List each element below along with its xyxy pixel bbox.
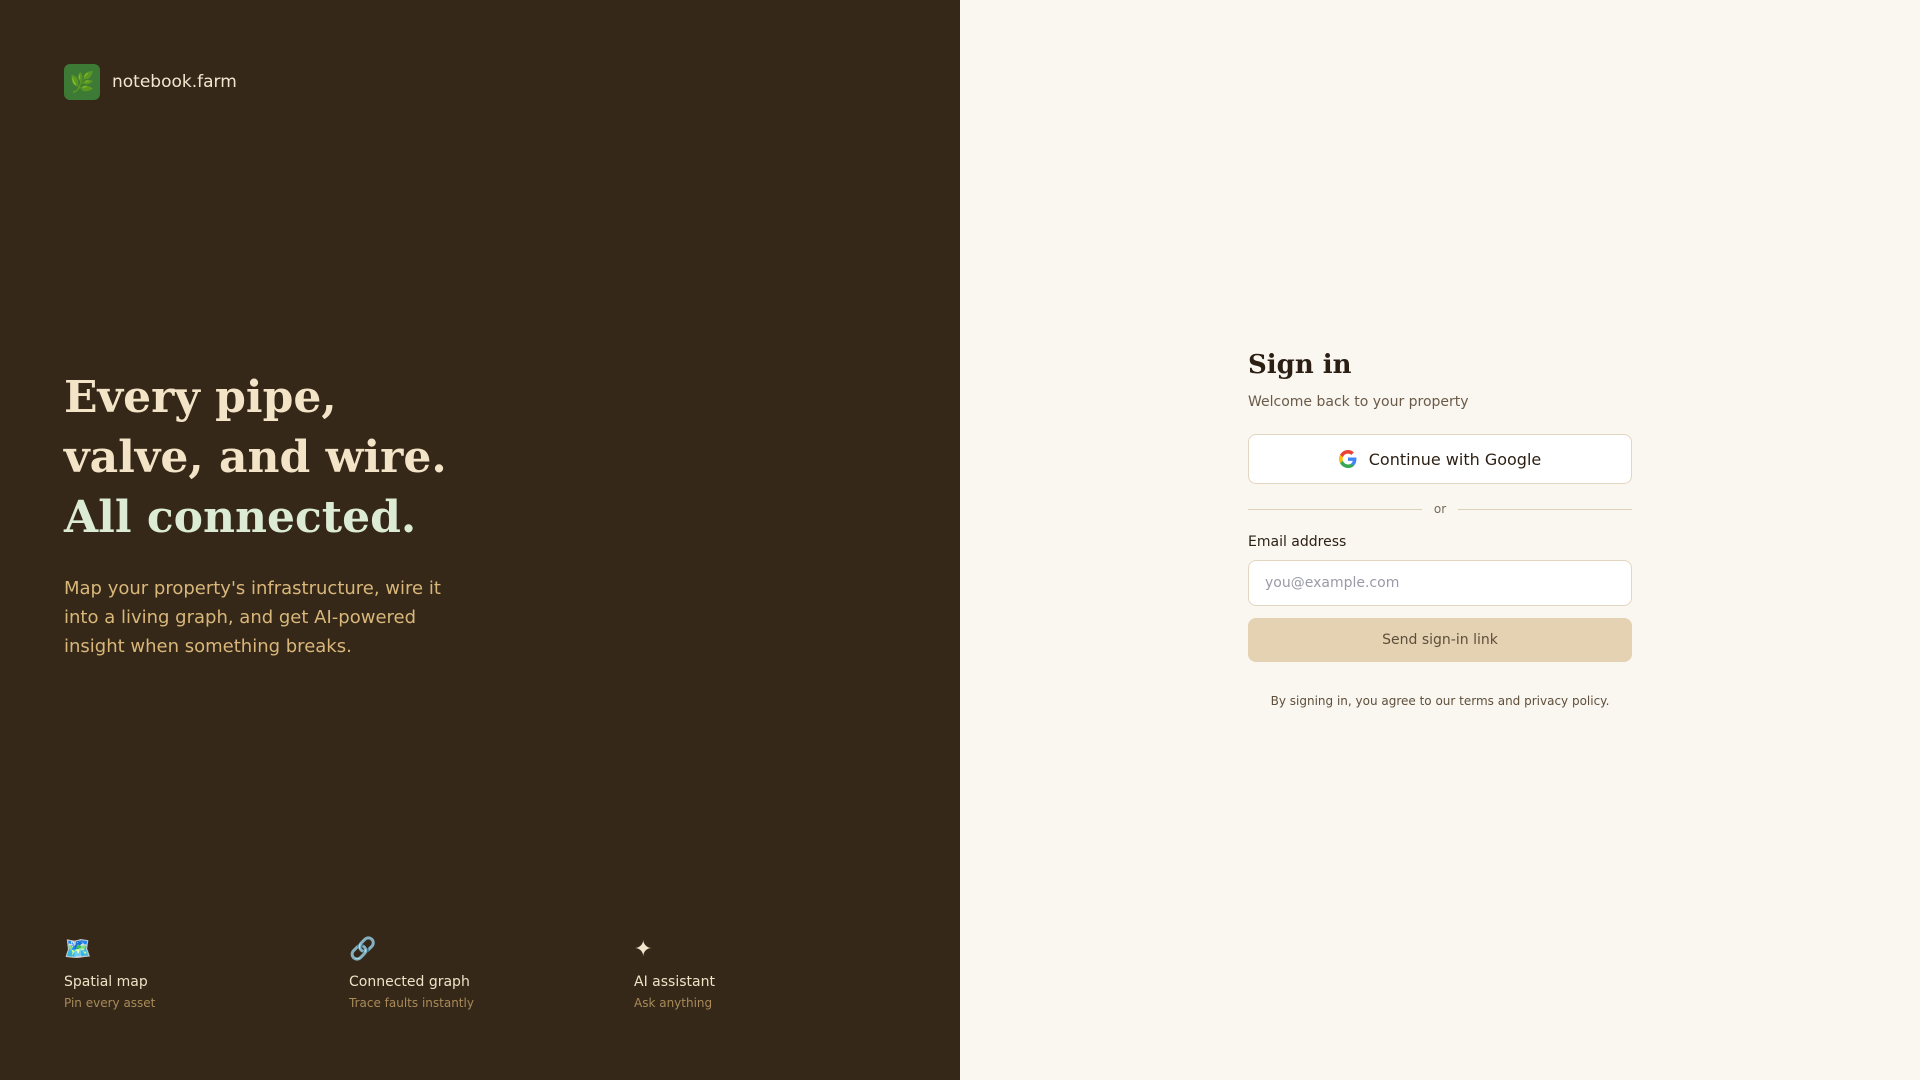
marketing-panel: 🌿 notebook.farm Every pipe, valve, and w… (0, 0, 960, 1080)
sparkle-icon: ✦ (634, 937, 653, 962)
signin-form: Sign in Welcome back to your property Co… (1248, 350, 1632, 708)
feature-subtitle: Ask anything (634, 996, 713, 1010)
google-icon (1338, 450, 1357, 468)
feature-subtitle: Trace faults instantly (349, 996, 474, 1010)
feature-list: 🗺️ Spatial map Pin every asset 🔗 Connect… (64, 936, 919, 1010)
divider-line (1458, 508, 1632, 510)
feature-spatial-map: 🗺️ Spatial map Pin every asset (64, 936, 349, 1010)
hero: Every pipe, valve, and wire. All connect… (64, 368, 584, 661)
brand-name: notebook.farm (112, 72, 237, 92)
hero-headline-line-1: Every pipe, (64, 372, 337, 423)
email-field[interactable] (1248, 560, 1632, 606)
divider-line (1248, 508, 1422, 510)
continue-with-google-button[interactable]: Continue with Google (1248, 434, 1632, 484)
hero-headline-line-3: All connected. (64, 492, 417, 543)
feature-title: AI assistant (634, 974, 715, 990)
or-divider: or (1248, 502, 1632, 516)
email-label: Email address (1248, 534, 1347, 550)
feature-ai-assistant: ✦ AI assistant Ask anything (634, 936, 919, 1010)
divider-text: or (1433, 502, 1447, 516)
signin-panel: Sign in Welcome back to your property Co… (960, 0, 1920, 1080)
send-sign-in-link-button[interactable]: Send sign-in link (1248, 618, 1632, 662)
leaf-logo-icon: 🌿 (64, 64, 100, 100)
signin-subtitle: Welcome back to your property (1248, 394, 1469, 410)
map-icon: 🗺️ (64, 937, 92, 962)
google-button-label: Continue with Google (1368, 449, 1542, 469)
hero-headline: Every pipe, valve, and wire. All connect… (64, 368, 584, 548)
terms-notice: By signing in, you agree to our terms an… (1270, 694, 1610, 708)
feature-title: Spatial map (64, 974, 148, 990)
link-icon: 🔗 (349, 937, 377, 962)
hero-description: Map your property's infrastructure, wire… (64, 578, 441, 657)
feature-title: Connected graph (349, 974, 470, 990)
feature-subtitle: Pin every asset (64, 996, 156, 1010)
feature-connected-graph: 🔗 Connected graph Trace faults instantly (349, 936, 634, 1010)
signin-title: Sign in (1248, 350, 1352, 380)
brand[interactable]: 🌿 notebook.farm (64, 64, 237, 100)
hero-headline-line-2: valve, and wire. (64, 432, 447, 483)
